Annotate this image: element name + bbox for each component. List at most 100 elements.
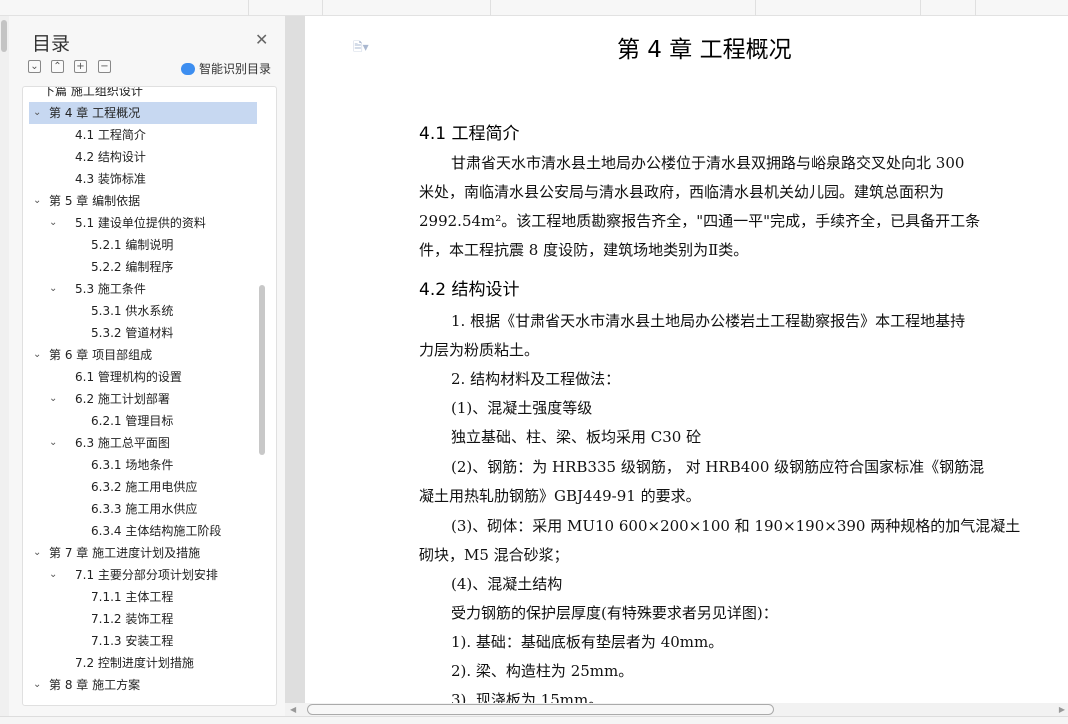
status-bar — [0, 716, 1068, 724]
toc-item-label: 7.1.1 主体工程 — [91, 590, 174, 604]
toc-item-label: 4.2 结构设计 — [75, 150, 146, 164]
divider — [248, 0, 249, 16]
toc-item-label: 5.3.1 供水系统 — [91, 304, 174, 318]
toc-item[interactable]: 6.3.4 主体结构施工阶段 — [29, 520, 257, 542]
chevron-down-icon[interactable]: ⌄ — [49, 212, 57, 234]
divider — [975, 0, 976, 16]
toc-item[interactable]: ⌄ 5.3 施工条件 — [29, 278, 257, 300]
paragraph-line: 受力钢筋的保护层厚度(有特殊要求者另见详图)： — [451, 604, 778, 622]
toc-item[interactable]: 6.3.3 施工用水供应 — [29, 498, 257, 520]
toc-list: 下篇 施工组织设计 ⌄ 第 4 章 工程概况 4.1 工程简介 4.2 结构设计 4.3 … — [22, 86, 277, 706]
scroll-right-icon[interactable]: ▶ — [1059, 703, 1065, 716]
toc-item[interactable]: 6.2.1 管理目标 — [29, 410, 257, 432]
scroll-left-icon[interactable]: ◀ — [290, 703, 296, 716]
outer-scrollbar[interactable] — [0, 16, 9, 716]
toc-item-label: 5.1 建设单位提供的资料 — [75, 216, 206, 230]
toc-item[interactable]: 4.3 装饰标准 — [29, 168, 257, 190]
chevron-down-icon[interactable]: ⌄ — [49, 564, 57, 586]
paragraph-line: 1). 基础：基础底板有垫层者为 40mm。 — [451, 633, 724, 651]
toc-item[interactable]: 4.1 工程简介 — [29, 124, 257, 146]
expand-up-button[interactable]: ⌃ — [51, 60, 64, 73]
smart-icon — [181, 62, 195, 75]
toc-item[interactable]: ⌄ 6.2 施工计划部署 — [29, 388, 257, 410]
chevron-down-icon[interactable]: ⌄ — [33, 674, 41, 696]
toc-item[interactable]: 7.1.1 主体工程 — [29, 586, 257, 608]
toc-item[interactable]: ⌄ 第 8 章 施工方案 — [29, 674, 257, 696]
divider — [920, 0, 921, 16]
toc-item[interactable]: ⌄ 第 4 章 工程概况 — [29, 102, 257, 124]
toc-item-label: 第 7 章 施工进度计划及措施 — [49, 546, 201, 560]
toc-item[interactable]: ⌄ 第 6 章 项目部组成 — [29, 344, 257, 366]
toc-item-label: 第 5 章 编制依据 — [49, 194, 141, 208]
section-heading: 4.2 结构设计 — [419, 280, 520, 300]
toc-panel: 目录 ✕ ⌄ ⌃ + − 智能识别目录 下篇 施工组织设计 ⌄ 第 4 章 工程概况… — [9, 16, 285, 716]
toc-item[interactable]: ⌄ 7.1 主要分部分项计划安排 — [29, 564, 257, 586]
paragraph-line: 甘肃省天水市清水县土地局办公楼位于清水县双拥路与峪泉路交叉处向北 300 — [451, 154, 965, 172]
panel-divider[interactable] — [285, 16, 305, 703]
document-page[interactable]: 🗎▾ 第 4 章 工程概况 4.1 工程简介 甘肃省天水市清水县土地局办公楼位于清… — [305, 16, 1068, 703]
toc-item-label: 4.3 装饰标准 — [75, 172, 146, 186]
chevron-down-icon[interactable]: ⌄ — [33, 542, 41, 564]
ribbon-toolbar — [0, 0, 1068, 16]
paragraph-line: 2). 梁、构造柱为 25mm。 — [451, 662, 634, 680]
toc-item-label: 5.2.2 编制程序 — [91, 260, 174, 274]
chevron-down-icon[interactable]: ⌄ — [33, 344, 41, 366]
toc-item-label: 4.1 工程简介 — [75, 128, 146, 142]
toc-item[interactable]: ⌄ 第 7 章 施工进度计划及措施 — [29, 542, 257, 564]
paragraph-line: 3). 现浇板为 15mm。 — [451, 691, 604, 703]
collapse-button[interactable]: − — [98, 60, 111, 73]
paragraph-line: 1. 根据《甘肃省天水市清水县土地局办公楼岩土工程勘察报告》本工程地基持 — [451, 312, 966, 330]
toc-item[interactable]: ⌄ 5.1 建设单位提供的资料 — [29, 212, 257, 234]
chevron-down-icon[interactable]: ⌄ — [33, 102, 41, 124]
toc-item-label: 6.3.4 主体结构施工阶段 — [91, 524, 222, 538]
toc-item[interactable]: 6.3.1 场地条件 — [29, 454, 257, 476]
toc-item[interactable]: 7.1.2 装饰工程 — [29, 608, 257, 630]
chevron-down-icon[interactable]: ⌄ — [49, 278, 57, 300]
toc-item[interactable]: 7.1.3 安装工程 — [29, 630, 257, 652]
toc-item[interactable]: ⌄ 第 5 章 编制依据 — [29, 190, 257, 212]
collapse-all-button[interactable]: ⌄ — [28, 60, 41, 73]
chevron-down-icon[interactable]: ⌄ — [49, 388, 57, 410]
smart-toc-label: 智能识别目录 — [199, 62, 272, 76]
toc-item-label: 5.3.2 管道材料 — [91, 326, 174, 340]
toc-item-label: 7.1 主要分部分项计划安排 — [75, 568, 218, 582]
paragraph-line: (3)、砌体：采用 MU10 600×200×100 和 190×190×390… — [451, 517, 1021, 535]
close-icon[interactable]: ✕ — [255, 30, 268, 49]
toc-scrollbar[interactable] — [259, 285, 265, 455]
chevron-down-icon[interactable]: ⌄ — [49, 432, 57, 454]
divider — [755, 0, 756, 16]
toc-item-label: 6.2 施工计划部署 — [75, 392, 170, 406]
scroll-thumb[interactable] — [1, 20, 7, 52]
horizontal-scrollbar[interactable]: ◀ ▶ — [285, 703, 1068, 716]
section-heading: 4.1 工程简介 — [419, 124, 520, 144]
toc-item[interactable]: 6.3.2 施工用电供应 — [29, 476, 257, 498]
toc-item[interactable]: ⌄ 6.3 施工总平面图 — [29, 432, 257, 454]
expand-button[interactable]: + — [74, 60, 87, 73]
document-icon[interactable]: 🗎▾ — [353, 38, 369, 59]
divider — [490, 0, 491, 16]
toc-item[interactable]: 5.3.1 供水系统 — [29, 300, 257, 322]
toc-item[interactable]: 7.2 控制进度计划措施 — [29, 652, 257, 674]
toc-item[interactable]: 6.1 管理机构的设置 — [29, 366, 257, 388]
toc-title: 目录 — [32, 33, 71, 55]
toc-item-label: 下篇 施工组织设计 — [43, 86, 143, 98]
toc-item[interactable]: 下篇 施工组织设计 — [29, 86, 257, 102]
toc-item-label: 第 6 章 项目部组成 — [49, 348, 153, 362]
chevron-down-icon[interactable]: ⌄ — [33, 190, 41, 212]
divider — [322, 0, 323, 16]
toc-item-label: 5.3 施工条件 — [75, 282, 146, 296]
paragraph-line: 2. 结构材料及工程做法： — [451, 370, 621, 388]
paragraph-line: (4)、混凝土结构 — [451, 575, 563, 593]
toc-item[interactable]: 5.2.2 编制程序 — [29, 256, 257, 278]
toc-item[interactable]: 4.2 结构设计 — [29, 146, 257, 168]
toc-item[interactable]: 5.2.1 编制说明 — [29, 234, 257, 256]
toc-item-label: 6.3.3 施工用水供应 — [91, 502, 198, 516]
toc-item-label: 第 8 章 施工方案 — [49, 678, 141, 692]
paragraph-line: (2)、钢筋：为 HRB335 级钢筋， 对 HRB400 级钢筋应符合国家标准… — [451, 458, 985, 476]
toc-item-label: 6.3 施工总平面图 — [75, 436, 170, 450]
paragraph-line: 件，本工程抗震 8 度设防，建筑场地类别为Ⅱ类。 — [419, 241, 749, 259]
scroll-thumb[interactable] — [307, 704, 774, 715]
toc-item-label: 6.1 管理机构的设置 — [75, 370, 182, 384]
smart-toc-button[interactable]: 智能识别目录 — [181, 60, 271, 77]
toc-item[interactable]: 5.3.2 管道材料 — [29, 322, 257, 344]
